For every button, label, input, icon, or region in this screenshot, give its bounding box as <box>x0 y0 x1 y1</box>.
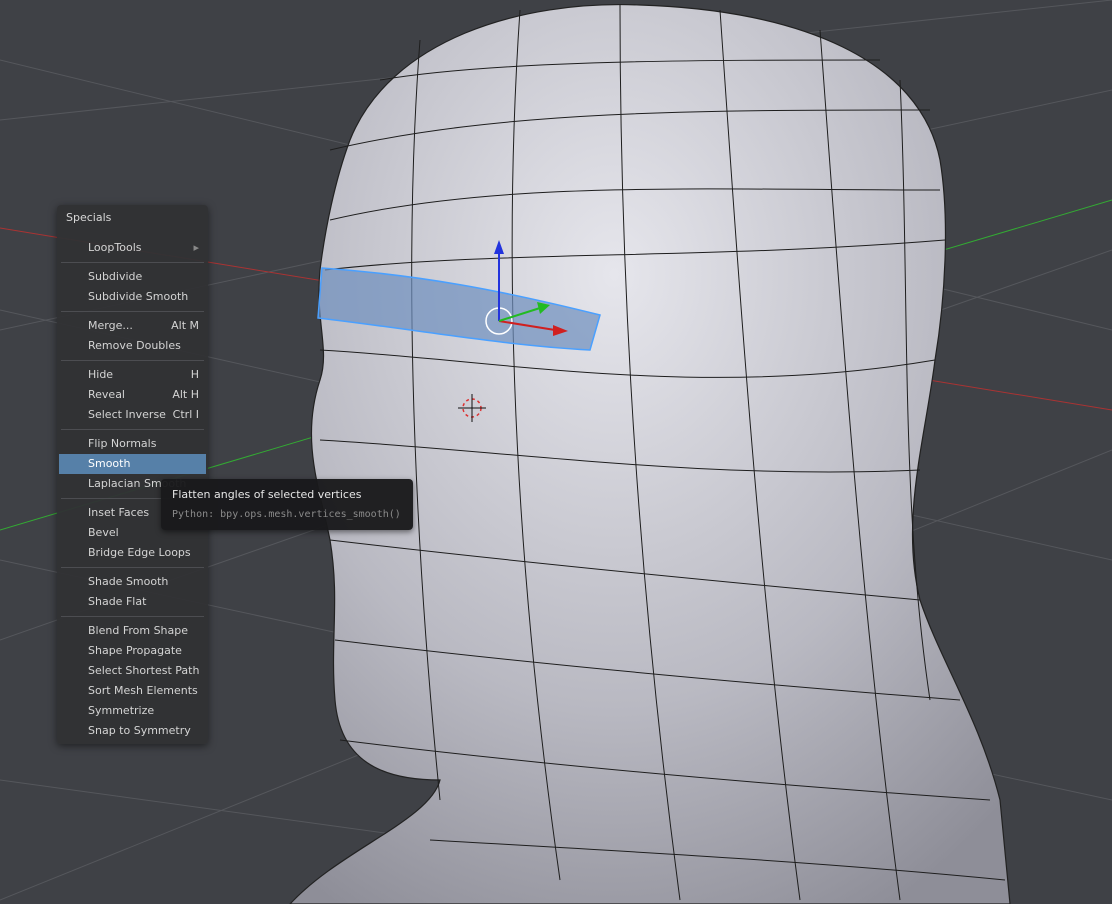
menu-item-label: Shape Propagate <box>88 644 182 657</box>
menu-item-shade-flat[interactable]: Shade Flat <box>57 592 208 612</box>
specials-menu: Specials LoopTools ▸ Subdivide Subdivide Sm… <box>57 205 208 744</box>
menu-item-bridge-edge-loops[interactable]: Bridge Edge Loops <box>57 543 208 563</box>
shortcut-label: Ctrl I <box>172 408 199 421</box>
menu-item-label: Sort Mesh Elements <box>88 684 198 697</box>
menu-item-hide[interactable]: Hide H <box>57 365 208 385</box>
menu-separator <box>61 429 204 430</box>
menu-item-label: LoopTools <box>88 241 142 254</box>
menu-item-reveal[interactable]: Reveal Alt H <box>57 385 208 405</box>
menu-separator <box>61 616 204 617</box>
menu-item-label: Select Inverse <box>88 408 166 421</box>
menu-item-select-inverse[interactable]: Select Inverse Ctrl I <box>57 405 208 425</box>
menu-item-label: Remove Doubles <box>88 339 181 352</box>
menu-separator <box>61 360 204 361</box>
menu-item-label: Shade Flat <box>88 595 147 608</box>
menu-item-label: Shade Smooth <box>88 575 169 588</box>
menu-item-snap-to-symmetry[interactable]: Snap to Symmetry <box>57 721 208 741</box>
menu-item-remove-doubles[interactable]: Remove Doubles <box>57 336 208 356</box>
menu-title: Specials <box>66 211 112 224</box>
menu-item-label: Inset Faces <box>88 506 150 519</box>
menu-item-label: Subdivide Smooth <box>88 290 189 303</box>
menu-item-subdivide-smooth[interactable]: Subdivide Smooth <box>57 287 208 307</box>
menu-item-label: Blend From Shape <box>88 624 189 637</box>
menu-item-label: Reveal <box>88 388 125 401</box>
menu-item-label: Hide <box>88 368 114 381</box>
shortcut-label: Alt H <box>172 388 199 401</box>
submenu-arrow-icon: ▸ <box>193 241 199 254</box>
menu-item-label: Bridge Edge Loops <box>88 546 191 559</box>
menu-separator <box>61 311 204 312</box>
menu-item-label: Subdivide <box>88 270 143 283</box>
tooltip-python: Python: bpy.ops.mesh.vertices_smooth() <box>172 509 401 520</box>
menu-item-symmetrize[interactable]: Symmetrize <box>57 701 208 721</box>
menu-item-label: Symmetrize <box>88 704 155 717</box>
tooltip-title: Flatten angles of selected vertices <box>172 488 362 501</box>
menu-item-looptools[interactable]: LoopTools ▸ <box>57 238 208 258</box>
menu-item-select-shortest-path[interactable]: Select Shortest Path <box>57 661 208 681</box>
menu-item-shade-smooth[interactable]: Shade Smooth <box>57 572 208 592</box>
menu-item-label: Select Shortest Path <box>88 664 200 677</box>
menu-item-label: Smooth <box>88 457 131 470</box>
menu-separator <box>61 567 204 568</box>
tooltip: Flatten angles of selected vertices Pyth… <box>161 479 413 530</box>
shortcut-label: H <box>190 368 199 381</box>
shortcut-label: Alt M <box>171 319 199 332</box>
menu-item-blend-from-shape[interactable]: Blend From Shape <box>57 621 208 641</box>
menu-item-sort-mesh-elements[interactable]: Sort Mesh Elements <box>57 681 208 701</box>
menu-item-subdivide[interactable]: Subdivide <box>57 267 208 287</box>
menu-item-label: Bevel <box>88 526 119 539</box>
menu-item-smooth[interactable]: Smooth <box>59 454 206 474</box>
menu-item-shape-propagate[interactable]: Shape Propagate <box>57 641 208 661</box>
menu-separator <box>61 262 204 263</box>
menu-item-flip-normals[interactable]: Flip Normals <box>57 434 208 454</box>
menu-item-merge[interactable]: Merge... Alt M <box>57 316 208 336</box>
menu-item-label: Snap to Symmetry <box>88 724 191 737</box>
menu-item-label: Merge... <box>88 319 133 332</box>
menu-item-label: Flip Normals <box>88 437 157 450</box>
